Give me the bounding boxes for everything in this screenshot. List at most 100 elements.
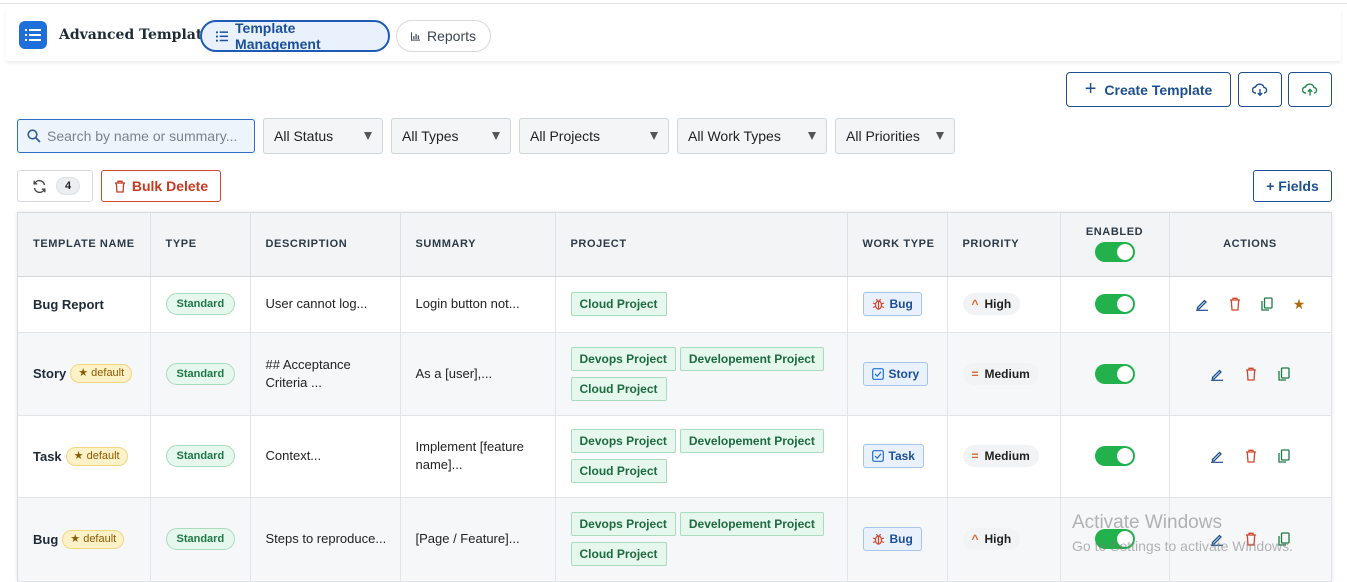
equals-icon: = (971, 449, 979, 463)
tab-label: Template Management (235, 20, 321, 52)
column-header-summary[interactable]: SUMMARY (400, 213, 556, 277)
column-header-work-type[interactable]: WORK TYPE (847, 213, 948, 277)
project-filter[interactable]: All Projects (519, 118, 669, 154)
bulk-delete-button[interactable]: Bulk Delete (101, 170, 221, 202)
project-tag: Devops Project (570, 512, 676, 536)
priority-badge: ^ High (962, 528, 1021, 550)
bar-chart-icon (411, 31, 420, 41)
work-type-badge: Story (862, 361, 929, 386)
column-header-type[interactable]: TYPE (150, 213, 251, 277)
cloud-upload-button[interactable] (1288, 72, 1332, 107)
project-tag: Cloud Project (570, 542, 667, 566)
app-header: Advanced Template Template Management Re… (6, 10, 1341, 61)
column-header-project[interactable]: PROJECT (555, 213, 848, 277)
summary-cell: Login button not... (415, 296, 520, 311)
project-tag: Cloud Project (570, 376, 667, 401)
priority-label: Medium (984, 366, 1030, 381)
equals-icon: = (971, 366, 979, 381)
type-badge: Standard (165, 362, 236, 385)
delete-icon[interactable] (1245, 367, 1257, 381)
refresh-icon (33, 179, 46, 193)
plus-icon: + (1084, 77, 1097, 100)
type-filter-value: All Types (402, 128, 459, 144)
description-cell: User cannot log... (265, 296, 368, 311)
bulk-delete-label: Bulk Delete (131, 178, 209, 194)
refresh-button[interactable]: 4 (17, 170, 93, 202)
enabled-toggle[interactable] (1094, 446, 1135, 466)
project-tag: Developement Project (679, 512, 824, 536)
delete-icon[interactable] (1229, 297, 1241, 311)
priority-badge: ^ High (962, 293, 1021, 315)
summary-cell: Implement [feature name]... (415, 439, 524, 472)
priority-label: High (984, 297, 1012, 311)
top-divider (0, 3, 1347, 4)
table-row: Bug Report Standard User cannot log... L… (18, 276, 1332, 333)
template-name: Story (33, 366, 67, 381)
cloud-download-button[interactable] (1238, 72, 1282, 107)
tab-template-management[interactable]: Template Management (200, 20, 390, 52)
project-tag: Developement Project (679, 346, 824, 371)
cloud-upload-icon (1302, 83, 1318, 95)
summary-cell: As a [user],... (415, 365, 493, 381)
project-tag: Developement Project (679, 429, 824, 453)
column-header-template-name[interactable]: TEMPLATE NAME (18, 213, 151, 277)
description-cell: Context... (265, 448, 322, 463)
table-row: Story ★ default Standard ## Acceptance Cr… (18, 332, 1332, 416)
work-type-badge: Bug (862, 527, 922, 551)
edit-icon[interactable] (1195, 297, 1209, 311)
add-fields-button[interactable]: + Fields (1253, 170, 1332, 202)
column-header-enabled: ENABLED (1060, 213, 1170, 277)
project-filter-value: All Projects (530, 128, 601, 144)
set-default-star-icon[interactable]: ★ (1293, 296, 1306, 313)
list-icon (216, 30, 229, 42)
work-type-badge: Bug (862, 292, 922, 316)
status-filter[interactable]: All Status (263, 118, 383, 154)
work-type-label: Bug (889, 297, 913, 311)
priority-filter-value: All Priorities (846, 128, 920, 144)
trash-icon (114, 180, 125, 193)
enabled-toggle[interactable] (1094, 294, 1135, 314)
search-icon (27, 129, 41, 143)
type-badge: Standard (165, 445, 236, 467)
description-cell: Steps to reproduce... (265, 531, 387, 546)
priority-label: High (984, 532, 1012, 546)
priority-badge: = Medium (962, 362, 1039, 385)
type-badge: Standard (165, 528, 236, 550)
type-filter[interactable]: All Types (391, 118, 511, 154)
priority-filter[interactable]: All Priorities (835, 118, 955, 154)
column-header-description[interactable]: DESCRIPTION (250, 213, 401, 277)
copy-icon[interactable] (1261, 297, 1273, 311)
project-tag: Devops Project (570, 429, 676, 453)
copy-icon[interactable] (1278, 449, 1290, 463)
search-field[interactable] (17, 119, 255, 153)
search-input[interactable] (47, 128, 237, 144)
edit-icon[interactable] (1210, 367, 1224, 381)
description-cell: ## Acceptance Criteria ... (265, 356, 351, 390)
project-tag: Devops Project (570, 346, 676, 371)
count-badge: 4 (56, 177, 80, 195)
enabled-toggle[interactable] (1094, 363, 1135, 384)
delete-icon[interactable] (1245, 449, 1257, 463)
work-type-filter-value: All Work Types (688, 128, 781, 144)
caret-down-icon (364, 132, 372, 140)
edit-icon[interactable] (1210, 449, 1224, 463)
tab-reports[interactable]: Reports (396, 20, 491, 52)
type-badge: Standard (165, 293, 236, 315)
column-header-priority[interactable]: PRIORITY (947, 213, 1061, 277)
priority-badge: = Medium (962, 445, 1039, 467)
chevron-up-icon: ^ (971, 532, 979, 546)
priority-label: Medium (984, 449, 1030, 463)
enabled-header-label: ENABLED (1085, 226, 1144, 239)
work-type-filter[interactable]: All Work Types (677, 118, 827, 154)
create-template-button[interactable]: + Create Template (1066, 72, 1231, 107)
column-header-actions: ACTIONS (1169, 213, 1332, 277)
app-logo-icon (19, 21, 47, 49)
copy-icon[interactable] (1278, 366, 1290, 381)
checkbox-icon (871, 367, 884, 380)
work-type-label: Task (888, 449, 915, 463)
enable-all-toggle[interactable] (1094, 242, 1135, 263)
caret-down-icon (936, 132, 944, 140)
tab-label: Reports (426, 28, 476, 44)
work-type-label: Bug (889, 532, 913, 546)
default-badge: ★ default (62, 529, 125, 549)
